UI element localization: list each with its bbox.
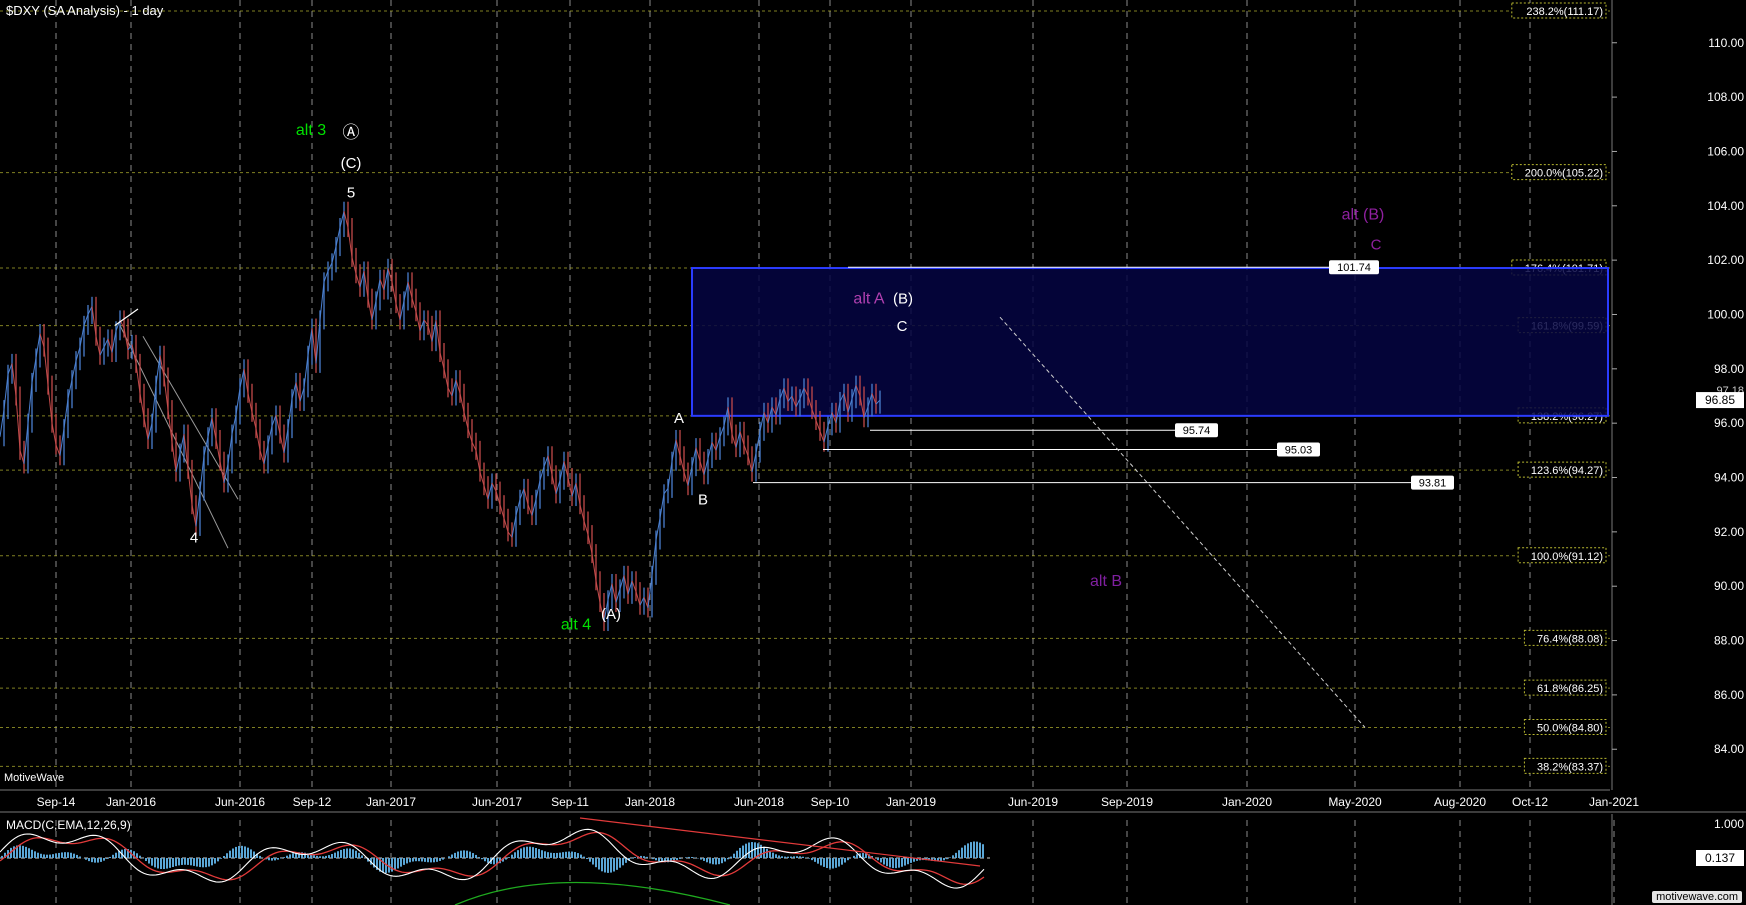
price-tick-label: 86.00 bbox=[1714, 688, 1744, 702]
time-tick-label: Jan-2016 bbox=[106, 795, 156, 809]
support-label: 95.74 bbox=[1183, 425, 1211, 437]
price-tick-label: 92.00 bbox=[1714, 525, 1744, 539]
time-tick-label: Jun-2019 bbox=[1008, 795, 1058, 809]
wave-label: alt 3 bbox=[296, 122, 326, 139]
wave-label: alt 4 bbox=[561, 617, 591, 634]
time-tick-label: Jun-2016 bbox=[215, 795, 265, 809]
macd-title: MACD(C,EMA,12,26,9) bbox=[6, 818, 131, 832]
time-tick-label: Sep-10 bbox=[811, 795, 850, 809]
time-tick-label: Sep-2019 bbox=[1101, 795, 1153, 809]
wave-label: (A) bbox=[601, 606, 621, 623]
wave-label: 4 bbox=[190, 530, 198, 547]
time-tick-label: Jan-2021 bbox=[1589, 795, 1639, 809]
wave-label: B bbox=[698, 492, 708, 509]
price-tick-label: 88.00 bbox=[1714, 634, 1744, 648]
fib-label: 38.2%(83.37) bbox=[1537, 761, 1603, 773]
price-tick-label: 94.00 bbox=[1714, 471, 1744, 485]
time-tick-label: Sep-14 bbox=[37, 795, 76, 809]
divergence-line bbox=[579, 817, 981, 867]
macd-tick-label: 1.000 bbox=[1714, 817, 1744, 831]
time-tick-label: Jun-2017 bbox=[472, 795, 522, 809]
time-tick-label: Jan-2017 bbox=[366, 795, 416, 809]
price-tick-label: 104.00 bbox=[1707, 199, 1744, 213]
fib-label: 238.2%(111.17) bbox=[1526, 6, 1603, 18]
time-tick-label: Aug-2020 bbox=[1434, 795, 1486, 809]
wave-label: A bbox=[674, 410, 684, 427]
chart-title: $DXY (SA Analysis) - 1 day bbox=[6, 3, 164, 18]
wave-label: (C) bbox=[341, 155, 362, 172]
price-tick-label: 90.00 bbox=[1714, 579, 1744, 593]
wave-label: (B) bbox=[893, 291, 913, 308]
price-tick-label: 98.00 bbox=[1714, 362, 1744, 376]
time-tick-label: Oct-12 bbox=[1512, 795, 1548, 809]
grid-lines bbox=[0, 0, 1746, 905]
price-axis[interactable]: 84.00 86.00 88.00 90.00 92.00 94.00 96.00 98.00… bbox=[1611, 0, 1746, 790]
price-tick-label: 100.00 bbox=[1707, 307, 1744, 321]
fib-label: 61.8%(86.25) bbox=[1537, 683, 1603, 695]
fib-label: 123.6%(94.27) bbox=[1531, 465, 1603, 477]
fib-label: 76.4%(88.08) bbox=[1537, 633, 1603, 645]
macd-panel[interactable]: 1.000 0.137 bbox=[0, 814, 1744, 905]
fib-label: 100.0%(91.12) bbox=[1531, 551, 1603, 563]
wave-label: 5 bbox=[347, 185, 355, 202]
time-tick-label: Jan-2018 bbox=[625, 795, 675, 809]
current-price-label: 96.85 bbox=[1705, 393, 1735, 407]
price-tick-label: 96.00 bbox=[1714, 416, 1744, 430]
time-tick-label: Jun-2018 bbox=[734, 795, 784, 809]
time-tick-label: Jan-2020 bbox=[1222, 795, 1272, 809]
support-label: 101.74 bbox=[1337, 262, 1371, 274]
price-tick-label: 110.00 bbox=[1708, 36, 1744, 50]
brand-label: MotiveWave bbox=[4, 772, 65, 784]
wave-label: alt (B) bbox=[1342, 206, 1385, 223]
divergence-arc bbox=[454, 881, 731, 905]
fib-label: 200.0%(105.22) bbox=[1525, 168, 1603, 180]
support-label: 93.81 bbox=[1419, 478, 1447, 490]
time-tick-label: Sep-12 bbox=[293, 795, 332, 809]
price-tick-label: 84.00 bbox=[1714, 742, 1744, 756]
wave-label: C bbox=[1371, 236, 1382, 253]
target-box bbox=[691, 267, 1609, 417]
watermark-logo: motivewave.com bbox=[1652, 891, 1742, 903]
price-tick-label: 106.00 bbox=[1707, 144, 1744, 158]
time-tick-label: Jan-2019 bbox=[886, 795, 936, 809]
marker-line bbox=[114, 308, 139, 326]
wave-label: Ⓐ bbox=[343, 123, 360, 142]
fib-label: 50.0%(84.80) bbox=[1537, 723, 1603, 735]
time-tick-label: May-2020 bbox=[1328, 795, 1382, 809]
wave-label: alt A bbox=[853, 291, 884, 308]
price-tick-label: 102.00 bbox=[1707, 253, 1744, 267]
wave-label: alt B bbox=[1090, 573, 1122, 590]
support-label: 95.03 bbox=[1285, 445, 1313, 457]
time-tick-label: Sep-11 bbox=[551, 795, 589, 809]
chart-canvas: 238.2%(111.17)200.0%(105.22)176.4%(101.7… bbox=[0, 0, 1746, 905]
wave-label: C bbox=[897, 318, 908, 335]
macd-current-label: 0.137 bbox=[1705, 851, 1735, 865]
time-axis[interactable]: Sep-14 Jan-2016 Jun-2016 Sep-12 Jan-2017 Jun-… bbox=[37, 795, 1640, 809]
price-tick-label: 108.00 bbox=[1707, 90, 1744, 104]
